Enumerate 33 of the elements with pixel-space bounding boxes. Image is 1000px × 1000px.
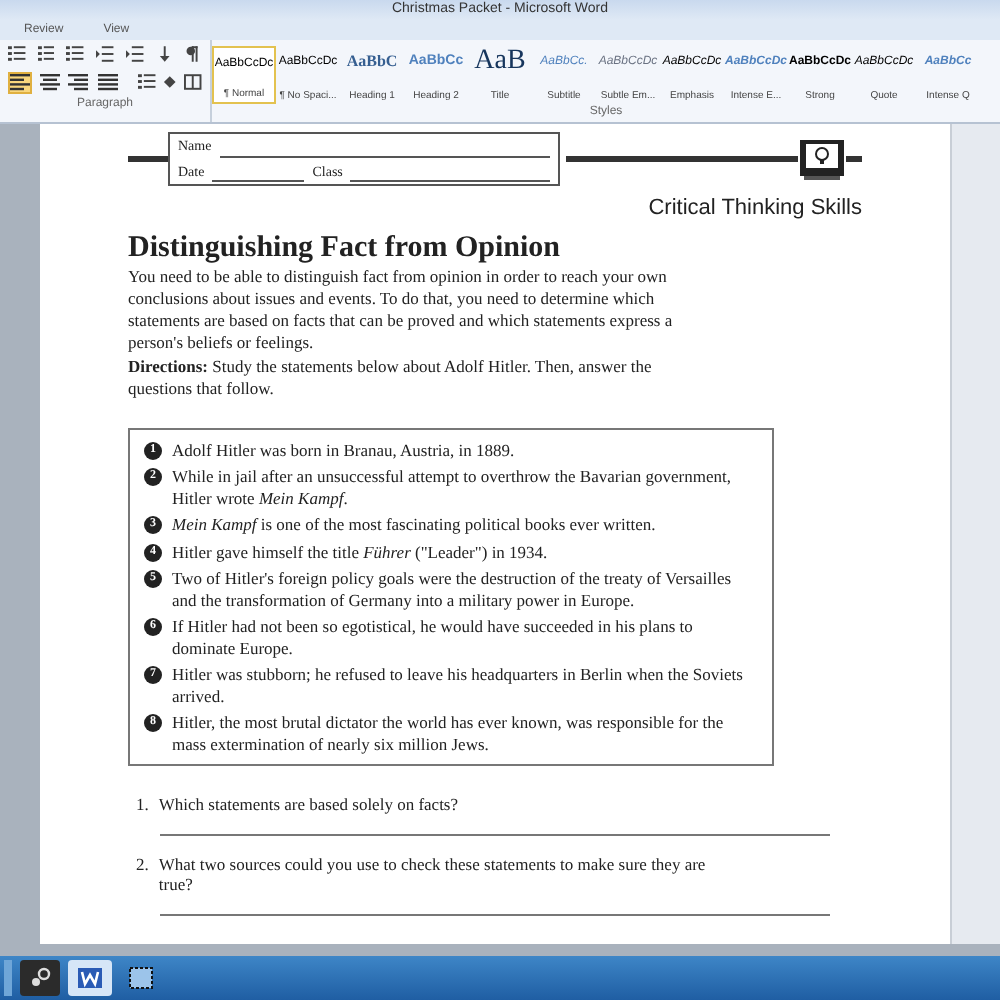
- statement-text: Two of Hitler's foreign policy goals were the destruction of the treaty of Versailles and the transformation of Germany into a military power in Europe.: [172, 568, 734, 610]
- statement-text: Hitler gave himself the title Führer ("Leader") in 1934.: [172, 541, 548, 562]
- statement-text: Hitler was stubborn; he refused to leave his headquarters in Berlin when the Soviets arrived.: [172, 664, 745, 706]
- decrease-indent-icon[interactable]: [96, 46, 114, 62]
- shading-icon[interactable]: [161, 74, 179, 90]
- statement-text: Mein Kampf is one of the most fascinating political books ever written.: [172, 514, 656, 535]
- border-icon[interactable]: [184, 74, 203, 90]
- numbering-icon[interactable]: [37, 46, 55, 62]
- word-taskbar-icon[interactable]: [68, 960, 112, 996]
- lightbulb-computer-icon: [798, 137, 846, 181]
- sort-icon[interactable]: [155, 46, 173, 62]
- statement-text: Adolf Hitler was born in Branau, Austria, in 1889.: [172, 439, 515, 460]
- scrollbar[interactable]: [950, 124, 1000, 944]
- page-heading: Distinguishing Fact from Opinion: [128, 229, 563, 265]
- increase-indent-icon[interactable]: [125, 46, 144, 62]
- directions-text: Directions: Study the statements below about Adolf Hitler. Then, answer the questions that follow.: [128, 355, 654, 399]
- statement-text: If Hitler had not been so egotistical, he would have succeeded in his plans to dominate Europe.: [172, 616, 695, 658]
- question-text: What two sources could you use to check these statements to make sure they are true?: [158, 853, 708, 895]
- bullets-icon[interactable]: [8, 46, 26, 62]
- align-button[interactable]: [96, 71, 120, 93]
- statement-text: While in jail after an unsuccessful attempt to overthrow the Bavarian government, Hitler wrote Mein Kampf.: [172, 466, 733, 508]
- section-title: Critical Thinking Skills: [648, 194, 862, 224]
- align-button[interactable]: [38, 71, 62, 93]
- pilcrow-icon[interactable]: [184, 46, 203, 62]
- align-button[interactable]: [8, 71, 32, 93]
- align-button[interactable]: [67, 71, 91, 93]
- question-text: Which statements are based solely on facts?: [158, 794, 461, 815]
- statement-text: Hitler, the most brutal dictator the world has ever known, was responsible for the mass extermination of nearly six million Jews.: [172, 712, 726, 754]
- question-number: 2.: [136, 853, 149, 877]
- line-spacing-icon[interactable]: [137, 74, 156, 90]
- multilevel-list-icon[interactable]: [66, 46, 85, 62]
- question-number: 1.: [136, 794, 149, 815]
- intro-paragraph: You need to be able to distinguish fact from opinion in order to reach your own conclusions about issues and events. To do that, you need to determine which statements are based on facts that can be proved and which statements express a person's beliefs or feelings.: [128, 265, 675, 353]
